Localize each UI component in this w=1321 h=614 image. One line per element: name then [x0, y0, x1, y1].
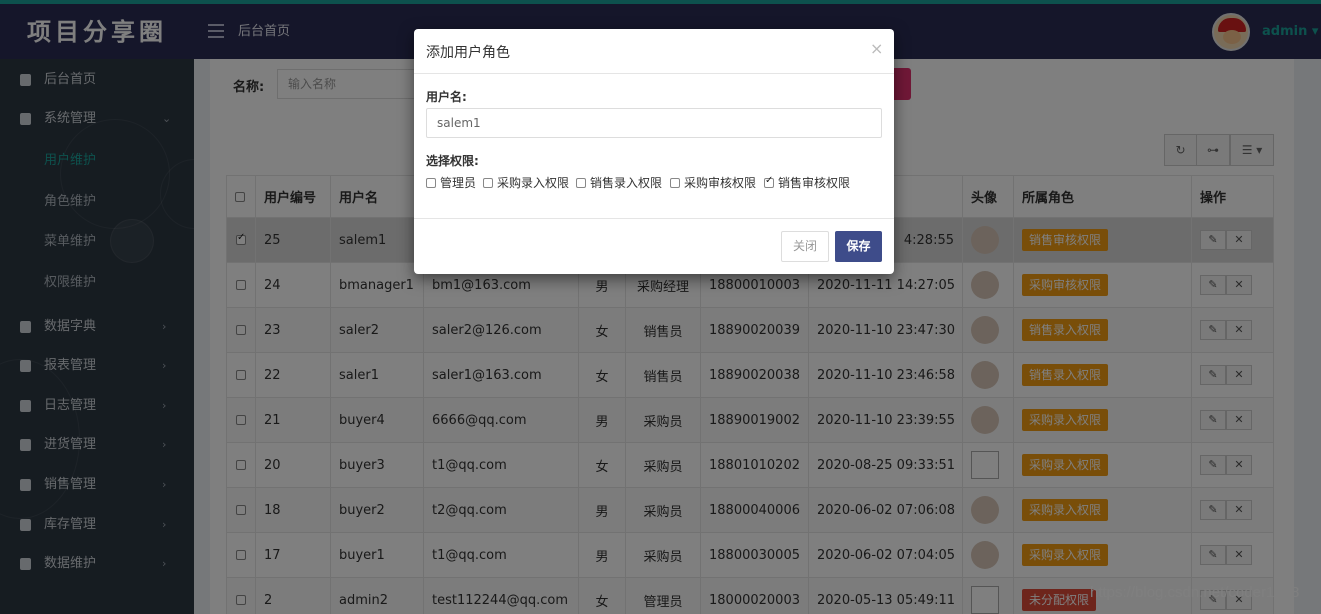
checkbox[interactable]	[670, 178, 680, 188]
permission-purchase-entry[interactable]: 采购录入权限	[483, 174, 569, 191]
close-button[interactable]: 关闭	[781, 231, 829, 262]
checkbox[interactable]	[483, 178, 493, 188]
modal-footer: 关闭 保存	[414, 218, 894, 274]
username-label: 用户名:	[426, 90, 467, 104]
checkbox[interactable]	[426, 178, 436, 188]
permission-admin[interactable]: 管理员	[426, 174, 476, 191]
permission-purchase-review[interactable]: 采购审核权限	[670, 174, 756, 191]
close-icon[interactable]: ×	[870, 39, 883, 58]
save-button[interactable]: 保存	[835, 231, 882, 262]
checkbox[interactable]	[576, 178, 586, 188]
checkbox[interactable]	[764, 175, 774, 188]
modal-title: 添加用户角色	[426, 45, 510, 61]
modal-header: 添加用户角色 ×	[414, 29, 894, 74]
username-field[interactable]: salem1	[426, 108, 882, 138]
permission-sales-review[interactable]: 销售审核权限	[764, 174, 850, 191]
add-user-role-dialog: 添加用户角色 × 用户名: salem1 选择权限: 管理员 采购录入权限 销售…	[414, 29, 894, 274]
permission-label: 选择权限:	[426, 154, 479, 168]
permission-sales-entry[interactable]: 销售录入权限	[576, 174, 662, 191]
